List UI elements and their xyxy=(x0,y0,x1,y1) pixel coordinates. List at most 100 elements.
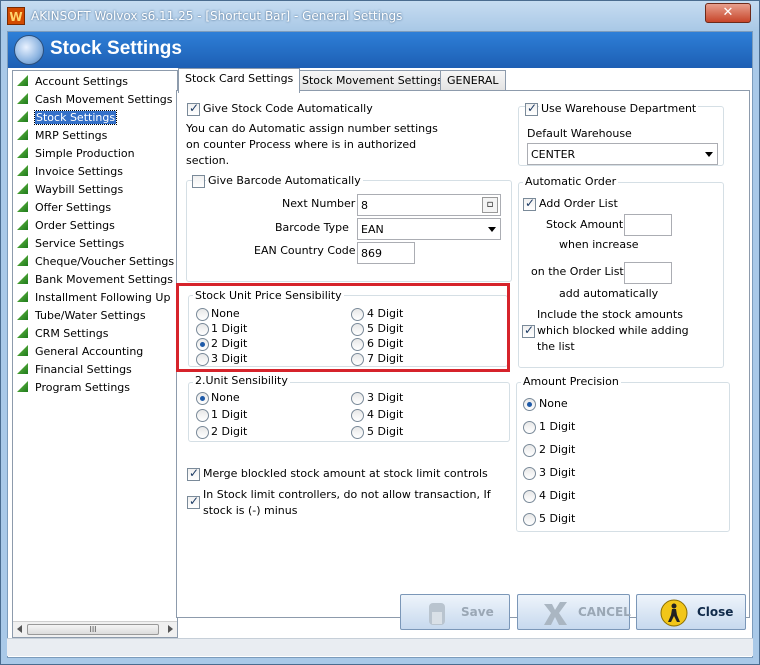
sidebar-item-cheque-voucher-settings[interactable]: Cheque/Voucher Settings xyxy=(17,255,174,271)
unit-radio-3-digit[interactable] xyxy=(351,392,364,405)
leaf-icon xyxy=(17,201,28,212)
precision-radio-4-digit[interactable] xyxy=(523,490,536,503)
stock-limit-minus-checkbox[interactable] xyxy=(187,494,200,509)
exit-person-icon xyxy=(660,599,688,627)
next-number-label: Next Number xyxy=(282,197,356,210)
stock-limit-minus-label-line1: In Stock limit controllers, do not allow… xyxy=(203,488,491,501)
leaf-icon xyxy=(17,273,28,284)
sidebar-item-order-settings[interactable]: Order Settings xyxy=(17,219,115,235)
sidebar-item-tube-water-settings[interactable]: Tube/Water Settings xyxy=(17,309,146,325)
tab-stock-movement-settings[interactable]: Stock Movement Settings xyxy=(295,70,450,92)
unit-radio-5-digit[interactable] xyxy=(351,426,364,439)
give-barcode-label: Give Barcode Automatically xyxy=(206,174,363,187)
leaf-icon xyxy=(17,219,28,230)
leaf-icon xyxy=(17,363,28,374)
unit-radio-1-digit[interactable] xyxy=(196,409,209,422)
unit-radio-2-digit[interactable] xyxy=(196,426,209,439)
close-label: Close xyxy=(697,605,734,619)
info-text-line3: section. xyxy=(186,154,230,167)
floppy-disk-icon xyxy=(429,603,445,625)
title-bar[interactable]: W AKINSOFT Wolvox s6.11.25 - [Shortcut B… xyxy=(1,1,759,31)
leaf-icon xyxy=(17,111,28,122)
cancel-button[interactable]: CANCEL xyxy=(517,594,631,630)
give-stock-code-checkbox[interactable] xyxy=(187,101,200,116)
barcode-type-select[interactable]: EAN xyxy=(357,218,501,240)
sidebar-item-account-settings[interactable]: Account Settings xyxy=(17,75,128,91)
next-number-value: 8 xyxy=(361,199,368,212)
default-warehouse-label: Default Warehouse xyxy=(527,127,632,140)
precision-radio-2-digit[interactable] xyxy=(523,444,536,457)
sidebar-horizontal-scrollbar[interactable]: III xyxy=(13,621,177,637)
sidebar-item-invoice-settings[interactable]: Invoice Settings xyxy=(17,165,123,181)
precision-radio-2-digit-label: 2 Digit xyxy=(539,443,576,456)
sidebar-item-mrp-settings[interactable]: MRP Settings xyxy=(17,129,107,145)
sidebar-item-service-settings[interactable]: Service Settings xyxy=(17,237,124,253)
order-list-amount-input[interactable] xyxy=(624,262,672,284)
leaf-icon xyxy=(17,183,28,194)
use-warehouse-label: Use Warehouse Department xyxy=(539,102,699,115)
sidebar-item-cash-movement-settings[interactable]: Cash Movement Settings xyxy=(17,93,173,109)
window-close-button[interactable]: ✕ xyxy=(705,3,751,23)
scroll-right-arrow-icon[interactable] xyxy=(168,625,173,633)
leaf-icon xyxy=(17,237,28,248)
merge-blocked-checkbox[interactable] xyxy=(187,466,200,481)
sidebar-item-offer-settings[interactable]: Offer Settings xyxy=(17,201,111,217)
ean-country-code-input[interactable]: 869 xyxy=(357,242,415,264)
include-blocked-label-line3: the list xyxy=(537,340,575,353)
leaf-icon xyxy=(17,381,28,392)
give-barcode-checkbox[interactable] xyxy=(192,175,205,188)
info-text-line1: You can do Automatic assign number setti… xyxy=(186,122,438,135)
settings-sidebar: Account Settings Cash Movement Settings … xyxy=(12,70,178,638)
sidebar-item-simple-production[interactable]: Simple Production xyxy=(17,147,135,163)
page-title: Stock Settings xyxy=(50,38,182,59)
use-warehouse-checkbox[interactable] xyxy=(525,101,538,116)
close-button[interactable]: Close xyxy=(636,594,746,630)
unit-radio-1-digit-label: 1 Digit xyxy=(211,408,248,421)
status-bar xyxy=(7,638,753,656)
leaf-icon xyxy=(17,129,28,140)
window-title: AKINSOFT Wolvox s6.11.25 - [Shortcut Bar… xyxy=(31,9,403,23)
include-blocked-checkbox[interactable] xyxy=(522,323,535,338)
stock-limit-minus-label-line2: stock is (-) minus xyxy=(203,504,298,517)
sidebar-item-installment-following-up[interactable]: Installment Following Up xyxy=(17,291,170,307)
default-warehouse-select[interactable]: CENTER xyxy=(527,143,718,165)
automatic-order-title: Automatic Order xyxy=(523,175,619,188)
stock-amount-input[interactable] xyxy=(624,214,672,236)
chevron-down-icon xyxy=(705,152,713,157)
sidebar-item-bank-movement-settings[interactable]: Bank Movement Settings xyxy=(17,273,173,289)
merge-blocked-label: Merge blockled stock amount at stock lim… xyxy=(203,467,488,480)
default-warehouse-value: CENTER xyxy=(531,148,576,161)
settings-gear-icon xyxy=(14,35,44,65)
include-blocked-label-line2: which blocked while adding xyxy=(537,324,689,337)
save-button[interactable]: Save xyxy=(400,594,510,630)
tab-stock-card-settings[interactable]: Stock Card Settings xyxy=(178,68,301,93)
sidebar-item-waybill-settings[interactable]: Waybill Settings xyxy=(17,183,123,199)
unit-radio-none[interactable] xyxy=(196,392,209,405)
stock-amount-label-line2: when increase xyxy=(559,238,639,251)
sidebar-item-stock-settings[interactable]: Stock Settings xyxy=(17,110,118,127)
unit-radio-3-digit-label: 3 Digit xyxy=(367,391,404,404)
sidebar-item-financial-settings[interactable]: Financial Settings xyxy=(17,363,132,379)
sidebar-item-general-accounting[interactable]: General Accounting xyxy=(17,345,143,361)
precision-radio-4-digit-label: 4 Digit xyxy=(539,489,576,502)
sidebar-item-crm-settings[interactable]: CRM Settings xyxy=(17,327,108,343)
unit-radio-4-digit[interactable] xyxy=(351,409,364,422)
add-order-list-label: Add Order List xyxy=(539,197,618,210)
add-order-list-checkbox[interactable] xyxy=(523,196,536,211)
precision-radio-1-digit[interactable] xyxy=(523,421,536,434)
chevron-down-icon xyxy=(488,227,496,232)
precision-radio-1-digit-label: 1 Digit xyxy=(539,420,576,433)
next-number-input[interactable]: 8 ▫ xyxy=(357,194,501,216)
precision-radio-3-digit[interactable] xyxy=(523,467,536,480)
sidebar-item-program-settings[interactable]: Program Settings xyxy=(17,381,130,397)
precision-radio-5-digit[interactable] xyxy=(523,513,536,526)
precision-radio-none[interactable] xyxy=(523,398,536,411)
unit-radio-4-digit-label: 4 Digit xyxy=(367,408,404,421)
order-list-label-line2: add automatically xyxy=(559,287,659,300)
leaf-icon xyxy=(17,327,28,338)
scroll-thumb[interactable]: III xyxy=(27,624,159,635)
tab-general[interactable]: GENERAL xyxy=(440,70,506,92)
scroll-left-arrow-icon[interactable] xyxy=(17,625,22,633)
cancel-label: CANCEL xyxy=(578,605,631,619)
new-document-icon[interactable]: ▫ xyxy=(482,197,498,213)
